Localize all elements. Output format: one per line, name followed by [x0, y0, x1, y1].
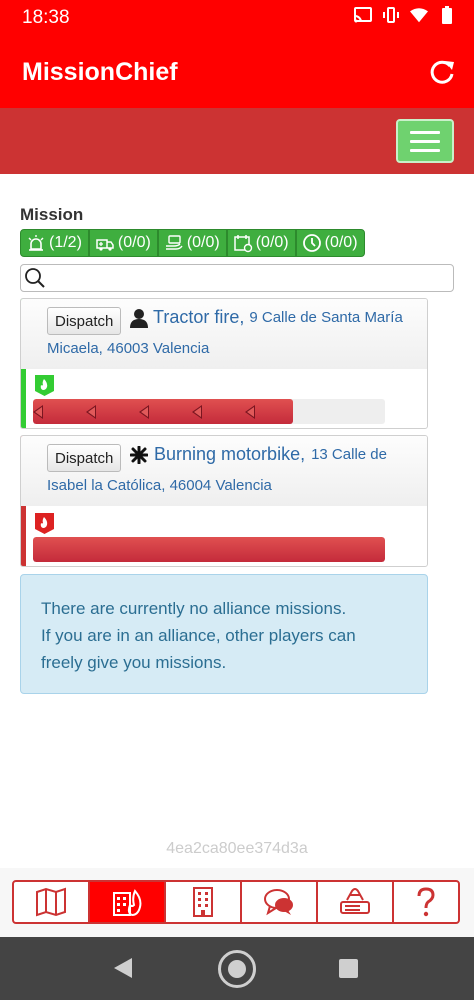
mission-progress-bar [33, 537, 385, 562]
tab-help[interactable] [392, 880, 460, 924]
mission-title-line: Burning motorbike, 13 Calle de [130, 444, 387, 465]
back-icon[interactable] [114, 958, 132, 978]
filter-label: (0/0) [186, 234, 220, 251]
vehicle-list-icon [340, 888, 370, 914]
alliance-notice-line: freely give you missions. [41, 653, 227, 672]
progress-arrow [33, 405, 43, 419]
battery-icon [438, 6, 456, 24]
person-icon [130, 308, 148, 328]
section-title: Mission [20, 205, 84, 224]
fire-badge-icon [35, 513, 54, 534]
asterisk-icon [130, 445, 148, 464]
status-time: 18:38 [22, 7, 70, 28]
hamburger-icon-line [410, 148, 440, 152]
alliance-notice-line: There are currently no alliance missions… [41, 599, 347, 618]
filter-scheduled[interactable]: (0/0) [226, 229, 296, 257]
filter-label: (0/0) [117, 234, 151, 251]
vibrate-icon [382, 6, 400, 24]
mission-address-cont: Micaela, 46003 Valencia [47, 340, 210, 357]
system-navigation-bar [0, 937, 474, 1000]
filter-ambulance[interactable]: (0/0) [88, 229, 158, 257]
fire-badge-icon [35, 375, 54, 396]
progress-arrow [245, 405, 255, 419]
status-bar: 18:38 [0, 0, 474, 36]
app-bar: MissionChief [0, 36, 474, 108]
filter-label: (0/0) [255, 234, 289, 251]
app-title: MissionChief [22, 58, 178, 86]
alliance-notice: There are currently no alliance missions… [20, 574, 428, 694]
clock-icon [302, 234, 321, 252]
tab-map[interactable] [12, 880, 90, 924]
refresh-icon[interactable] [428, 58, 456, 86]
status-icons [354, 6, 456, 24]
dispatch-button[interactable]: Dispatch [47, 444, 122, 472]
mission-filters: (1/2) (0/0) (0/0) (0/0) (0/0) [20, 229, 365, 257]
tab-vehicles[interactable] [316, 880, 394, 924]
filter-label: (0/0) [324, 234, 358, 251]
mission-progress-fill [33, 537, 385, 562]
wifi-icon [410, 6, 428, 24]
siren-icon [28, 235, 44, 251]
map-icon [36, 887, 66, 917]
building-icon [193, 887, 213, 917]
home-icon-dot [228, 960, 246, 978]
mission-name[interactable]: Burning motorbike, [154, 444, 305, 465]
filter-timed[interactable]: (0/0) [295, 229, 365, 257]
help-icon [417, 887, 435, 917]
recents-icon[interactable] [339, 959, 358, 978]
progress-arrow [86, 405, 96, 419]
mission-address-cont: Isabel la Católica, 46004 Valencia [47, 477, 272, 494]
filter-label: (1/2) [49, 234, 82, 251]
filter-emergency[interactable]: (1/2) [20, 229, 89, 257]
menu-button[interactable] [396, 119, 454, 163]
search-icon [25, 268, 45, 288]
tab-missions[interactable] [88, 880, 166, 924]
mission-progress-bar [33, 399, 385, 424]
hamburger-icon-line [410, 130, 440, 134]
building-fire-icon [113, 889, 142, 917]
mission-name[interactable]: Tractor fire, [153, 307, 244, 328]
alliance-notice-line: If you are in an alliance, other players… [41, 626, 356, 645]
progress-arrow [139, 405, 149, 419]
calendar-icon [233, 235, 252, 253]
mission-address: 13 Calle de [311, 446, 387, 463]
bottom-tab-bar [12, 880, 462, 924]
mission-card: Dispatch Burning motorbike, 13 Calle de … [20, 435, 428, 567]
search-input[interactable] [20, 264, 454, 292]
tab-chat[interactable] [240, 880, 318, 924]
mission-title-line: Tractor fire, 9 Calle de Santa María [128, 307, 403, 328]
mission-card: Dispatch Tractor fire, 9 Calle de Santa … [20, 298, 428, 429]
chat-icon [264, 889, 293, 916]
ambulance-icon [96, 239, 114, 251]
footer-hash: 4ea2ca80ee374d3a [166, 840, 308, 857]
dispatch-button[interactable]: Dispatch [47, 307, 122, 335]
mission-address: 9 Calle de Santa María [249, 309, 403, 326]
filter-police[interactable]: (0/0) [157, 229, 227, 257]
hamburger-icon-line [410, 139, 440, 143]
tab-buildings[interactable] [164, 880, 242, 924]
cast-icon [354, 6, 372, 24]
police-hand-icon [165, 235, 183, 250]
progress-arrow [192, 405, 202, 419]
